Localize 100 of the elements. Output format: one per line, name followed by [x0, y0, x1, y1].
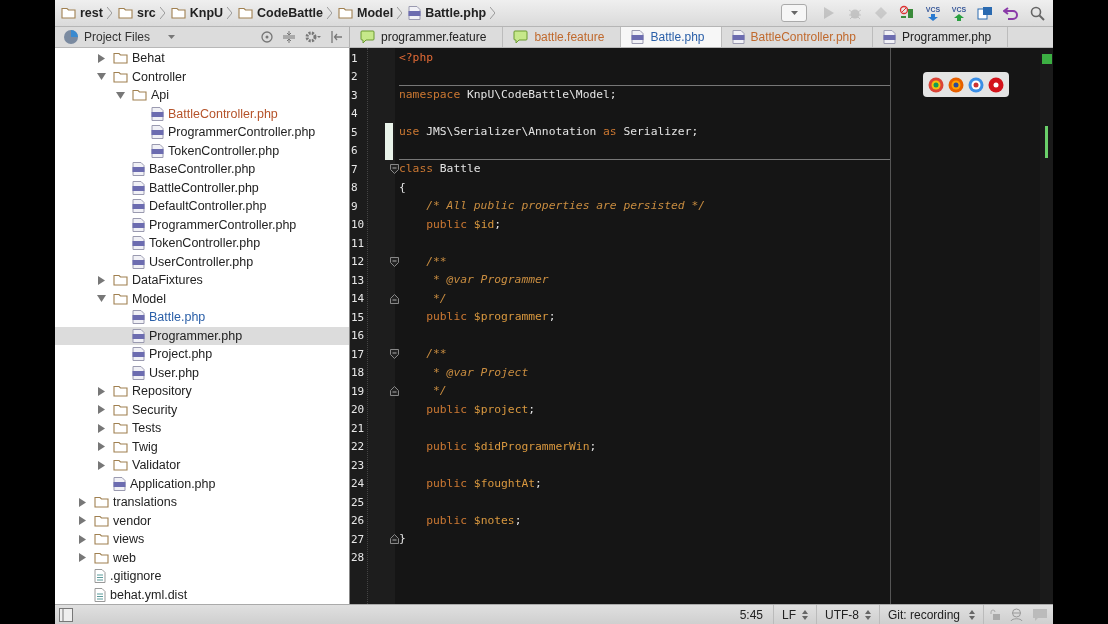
line-number: 10 [350, 217, 366, 234]
chevron-icon [490, 7, 496, 19]
browser-icon[interactable] [928, 76, 944, 93]
collapsed-arrow-icon[interactable] [96, 460, 106, 470]
tree-item-label: Api [151, 88, 170, 103]
project-view-label: Project Files [84, 30, 151, 44]
tree-item[interactable]: DataFixtures [55, 271, 349, 290]
vcs-branch-selector[interactable]: Git: recording [879, 604, 983, 624]
tree-item-label: vendor [113, 513, 152, 528]
code-line: <?php [399, 51, 433, 65]
tree-item[interactable]: web [55, 548, 349, 567]
tree-item[interactable]: .gitignore [55, 567, 349, 586]
tree-item[interactable]: Api [55, 86, 349, 105]
tree-item[interactable]: BattleController.php [55, 178, 349, 197]
collapsed-arrow-icon[interactable] [96, 53, 106, 63]
tree-item-label: Twig [132, 439, 158, 454]
line-number: 23 [350, 457, 366, 474]
tree-item-label: Project.php [149, 347, 213, 362]
fold-icon[interactable] [390, 349, 399, 360]
tree-item[interactable]: ProgrammerController.php [55, 123, 349, 142]
php-file-icon [408, 6, 422, 20]
tree-item[interactable]: Validator [55, 456, 349, 475]
php-file-icon [882, 30, 896, 44]
line-number: 14 [350, 291, 366, 308]
breadcrumb[interactable]: KnpU [170, 6, 224, 20]
collapsed-arrow-icon[interactable] [77, 534, 87, 544]
browser-icon[interactable] [988, 76, 1004, 93]
tree-item[interactable]: Behat [55, 49, 349, 68]
tree-item-label: ProgrammerController.php [168, 125, 316, 140]
collapsed-arrow-icon[interactable] [77, 516, 87, 526]
run-config-dropdown[interactable] [781, 4, 807, 22]
fold-end-icon[interactable] [390, 386, 399, 397]
crosshair-icon[interactable] [261, 31, 273, 43]
breadcrumb[interactable]: Battle.php [408, 6, 487, 20]
tree-item[interactable]: User.php [55, 363, 349, 382]
code-line: * @var Programmer [432, 273, 549, 287]
tree-item[interactable]: Programmer.php [55, 326, 349, 345]
line-number: 25 [350, 494, 366, 511]
panel-toggle-icon[interactable] [59, 607, 73, 622]
breadcrumb[interactable]: src [117, 6, 156, 20]
tree-item[interactable]: Security [55, 400, 349, 419]
tree-item[interactable]: UserController.php [55, 252, 349, 271]
line-number: 12 [350, 254, 366, 271]
gear-icon[interactable] [305, 31, 321, 43]
expanded-arrow-icon[interactable] [115, 90, 125, 100]
fold-icon[interactable] [390, 256, 399, 267]
tree-item-label: BaseController.php [149, 162, 256, 177]
code-line: */ [432, 291, 447, 305]
collapsed-arrow-icon[interactable] [96, 442, 106, 452]
collapsed-arrow-icon[interactable] [77, 553, 87, 563]
tree-item[interactable]: Application.php [55, 474, 349, 493]
code-line: public $notes; [425, 513, 522, 527]
tree-item[interactable]: ProgrammerController.php [55, 215, 349, 234]
tree-item-label: Behat [132, 51, 165, 66]
browser-icon[interactable] [968, 76, 984, 93]
tree-item[interactable]: TokenController.php [55, 234, 349, 253]
collapse-icon[interactable] [283, 31, 295, 43]
tree-item[interactable]: TokenController.php [55, 141, 349, 160]
tree-item[interactable]: Controller [55, 67, 349, 86]
tree-item[interactable]: BaseController.php [55, 160, 349, 179]
breadcrumb[interactable]: Model [338, 6, 394, 20]
fold-end-icon[interactable] [390, 293, 399, 304]
breadcrumb[interactable]: CodeBattle [238, 6, 324, 20]
tree-item[interactable]: Tests [55, 419, 349, 438]
collapsed-arrow-icon[interactable] [96, 386, 106, 396]
code-line: public $programmer; [425, 310, 556, 324]
line-number: 27 [350, 531, 366, 548]
editor-tab[interactable]: Battle.php [621, 27, 722, 47]
encoding-selector[interactable]: UTF-8 [816, 604, 879, 624]
tree-item[interactable]: views [55, 530, 349, 549]
line-number: 9 [350, 198, 359, 215]
tree-item[interactable]: vendor [55, 511, 349, 530]
folder-icon [113, 70, 128, 83]
tree-item[interactable]: Project.php [55, 345, 349, 364]
encoding-label: UTF-8 [825, 607, 859, 622]
tree-item[interactable]: Twig [55, 437, 349, 456]
tree-item-label: User.php [149, 365, 200, 380]
expanded-arrow-icon[interactable] [96, 294, 106, 304]
expanded-arrow-icon[interactable] [96, 72, 106, 82]
tree-item[interactable]: BattleController.php [55, 104, 349, 123]
php-file-icon [151, 125, 164, 140]
tree-item[interactable]: Battle.php [55, 308, 349, 327]
php-file-icon [132, 254, 145, 269]
tree-item[interactable]: DefaultController.php [55, 197, 349, 216]
tree-item-label: .gitignore [110, 569, 162, 584]
fold-icon[interactable] [390, 164, 399, 175]
cursor-position[interactable]: 5:45 [729, 607, 773, 622]
fold-end-icon[interactable] [390, 534, 399, 545]
collapsed-arrow-icon[interactable] [77, 497, 87, 507]
tree-item[interactable]: Model [55, 289, 349, 308]
breadcrumb[interactable]: rest [61, 6, 103, 20]
hide-panel-icon[interactable] [331, 31, 343, 43]
project-view-selector[interactable]: Project Files [63, 29, 175, 45]
collapsed-arrow-icon[interactable] [96, 275, 106, 285]
tree-item[interactable]: translations [55, 493, 349, 512]
tree-item[interactable]: behat.yml.dist [55, 585, 349, 604]
browser-icon[interactable] [948, 76, 964, 93]
collapsed-arrow-icon[interactable] [96, 423, 106, 433]
tree-item[interactable]: Repository [55, 382, 349, 401]
collapsed-arrow-icon[interactable] [96, 405, 106, 415]
